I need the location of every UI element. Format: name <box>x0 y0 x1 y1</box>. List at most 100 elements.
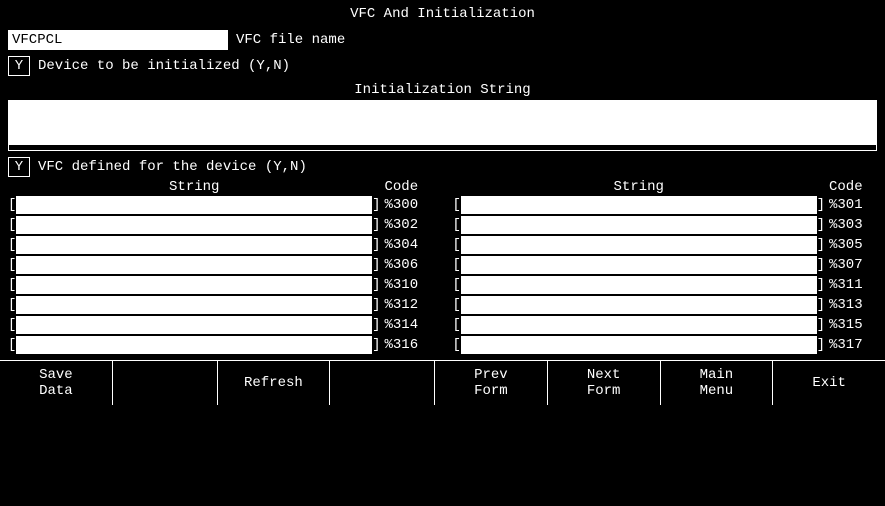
table-row: [ ] %306 <box>8 256 433 274</box>
strings-left-headers: String Code <box>8 179 433 195</box>
code-label-right-1: %303 <box>825 217 877 233</box>
bracket-right: ] <box>372 237 380 253</box>
strings-left-code-header: Code <box>381 179 433 195</box>
bracket-left: [ <box>8 237 16 253</box>
vfc-defined-checkbox[interactable]: Y <box>8 157 30 177</box>
bracket-left: [ <box>8 297 16 313</box>
bracket-right: ] <box>372 297 380 313</box>
device-init-label: Device to be initialized (Y,N) <box>38 58 290 74</box>
refresh-button[interactable]: Refresh <box>218 361 331 405</box>
code-label-left-6: %314 <box>381 317 433 333</box>
string-input-left-5[interactable] <box>16 296 372 314</box>
table-row: [ ] %304 <box>8 236 433 254</box>
strings-layout: String Code [ ] %300 [ ] %302 [ ] %304 [… <box>0 179 885 356</box>
bracket-right: ] <box>372 277 380 293</box>
bracket-right: ] <box>817 297 825 313</box>
bracket-left: [ <box>453 337 461 353</box>
table-row: [ ] %311 <box>453 276 878 294</box>
save-data-button[interactable]: SaveData <box>0 361 113 405</box>
code-label-left-5: %312 <box>381 297 433 313</box>
code-label-right-5: %313 <box>825 297 877 313</box>
prev-form-button[interactable]: PrevForm <box>435 361 548 405</box>
code-label-left-4: %310 <box>381 277 433 293</box>
bracket-left: [ <box>453 297 461 313</box>
bracket-right: ] <box>817 257 825 273</box>
main-menu-button[interactable]: MainMenu <box>661 361 774 405</box>
strings-left-rows: [ ] %300 [ ] %302 [ ] %304 [ ] %306 [ ] … <box>8 196 433 356</box>
bracket-left: [ <box>453 217 461 233</box>
code-label-left-2: %304 <box>381 237 433 253</box>
string-input-left-0[interactable] <box>16 196 372 214</box>
bracket-right: ] <box>817 217 825 233</box>
bracket-right: ] <box>372 257 380 273</box>
bracket-left: [ <box>453 317 461 333</box>
vfc-filename-label: VFC file name <box>236 32 345 48</box>
bracket-right: ] <box>817 317 825 333</box>
string-input-right-5[interactable] <box>461 296 817 314</box>
vfc-filename-input[interactable] <box>8 30 228 50</box>
string-input-right-6[interactable] <box>461 316 817 334</box>
exit-button[interactable]: Exit <box>773 361 885 405</box>
init-string-section <box>0 100 885 151</box>
code-label-left-0: %300 <box>381 197 433 213</box>
code-label-right-0: %301 <box>825 197 877 213</box>
strings-right-headers: String Code <box>453 179 878 195</box>
bracket-left: [ <box>453 257 461 273</box>
bracket-left: [ <box>8 337 16 353</box>
vfc-defined-label: VFC defined for the device (Y,N) <box>38 159 307 175</box>
bracket-left: [ <box>453 197 461 213</box>
device-init-row: Y Device to be initialized (Y,N) <box>0 54 885 78</box>
bracket-right: ] <box>817 237 825 253</box>
table-row: [ ] %317 <box>453 336 878 354</box>
bracket-right: ] <box>817 197 825 213</box>
page-title: VFC And Initialization <box>0 0 885 26</box>
string-input-left-6[interactable] <box>16 316 372 334</box>
bracket-right: ] <box>372 337 380 353</box>
bracket-right: ] <box>372 217 380 233</box>
vfc-filename-row: VFC file name <box>0 26 885 54</box>
string-input-right-2[interactable] <box>461 236 817 254</box>
table-row: [ ] %300 <box>8 196 433 214</box>
bracket-right: ] <box>817 337 825 353</box>
table-row: [ ] %313 <box>453 296 878 314</box>
table-row: [ ] %316 <box>8 336 433 354</box>
table-row: [ ] %301 <box>453 196 878 214</box>
bracket-left: [ <box>8 277 16 293</box>
code-label-right-3: %307 <box>825 257 877 273</box>
strings-right-code-header: Code <box>825 179 877 195</box>
table-row: [ ] %305 <box>453 236 878 254</box>
table-row: [ ] %302 <box>8 216 433 234</box>
string-input-right-7[interactable] <box>461 336 817 354</box>
table-row: [ ] %310 <box>8 276 433 294</box>
footer: SaveData Refresh PrevForm NextForm MainM… <box>0 360 885 405</box>
table-row: [ ] %312 <box>8 296 433 314</box>
strings-right-string-header: String <box>453 179 826 195</box>
string-input-right-3[interactable] <box>461 256 817 274</box>
code-label-left-3: %306 <box>381 257 433 273</box>
code-label-left-7: %316 <box>381 337 433 353</box>
device-init-checkbox[interactable]: Y <box>8 56 30 76</box>
bracket-right: ] <box>817 277 825 293</box>
string-input-left-7[interactable] <box>16 336 372 354</box>
string-input-left-1[interactable] <box>16 216 372 234</box>
bracket-left: [ <box>453 237 461 253</box>
bracket-left: [ <box>453 277 461 293</box>
main-container: VFC And Initialization VFC file name Y D… <box>0 0 885 506</box>
strings-left-string-header: String <box>8 179 381 195</box>
string-input-right-4[interactable] <box>461 276 817 294</box>
string-input-left-2[interactable] <box>16 236 372 254</box>
init-string-input[interactable] <box>9 101 876 145</box>
bracket-right: ] <box>372 197 380 213</box>
table-row: [ ] %315 <box>453 316 878 334</box>
footer-btn4-empty <box>330 361 435 405</box>
code-label-right-2: %305 <box>825 237 877 253</box>
bracket-left: [ <box>8 317 16 333</box>
bracket-right: ] <box>372 317 380 333</box>
string-input-right-1[interactable] <box>461 216 817 234</box>
string-input-left-3[interactable] <box>16 256 372 274</box>
next-form-button[interactable]: NextForm <box>548 361 661 405</box>
code-label-right-7: %317 <box>825 337 877 353</box>
string-input-left-4[interactable] <box>16 276 372 294</box>
string-input-right-0[interactable] <box>461 196 817 214</box>
footer-btn2-empty <box>113 361 218 405</box>
